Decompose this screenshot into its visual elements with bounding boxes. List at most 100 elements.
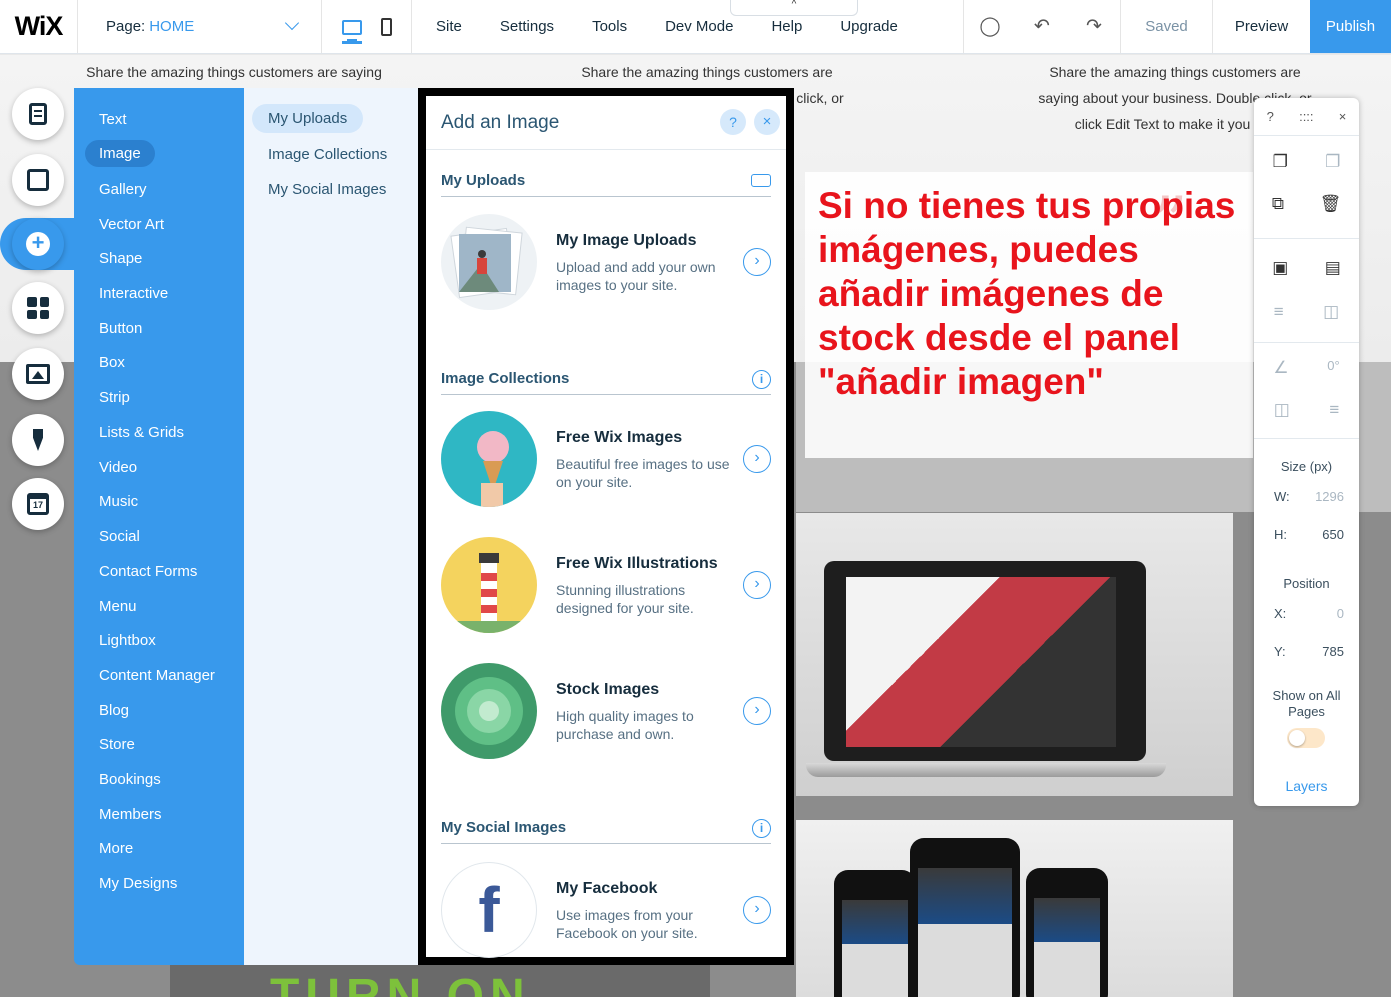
collapse-toolbar-button[interactable]: ^ xyxy=(730,0,858,16)
add-image-panel: Add an Image ? × My Uploads My Image Upl… xyxy=(418,88,794,965)
chevron-right-icon[interactable]: › xyxy=(743,248,771,276)
help-icon[interactable]: ? xyxy=(720,109,746,135)
info-icon[interactable]: i xyxy=(752,819,771,838)
subcategory-my-uploads[interactable]: My Uploads xyxy=(252,104,364,133)
category-store[interactable]: Store xyxy=(99,736,135,753)
media-button[interactable] xyxy=(12,348,64,400)
publish-button[interactable]: Publish xyxy=(1310,0,1391,53)
zoom-out-icon[interactable]: ◯ xyxy=(964,15,1016,38)
category-lightbox[interactable]: Lightbox xyxy=(99,632,156,649)
close-icon[interactable]: × xyxy=(1339,109,1347,124)
height-value: 650 xyxy=(1322,527,1344,542)
distribute-icon[interactable]: ≡ xyxy=(1274,302,1284,322)
subcategory-my-social-images[interactable]: My Social Images xyxy=(268,181,386,198)
category-content-manager[interactable]: Content Manager xyxy=(99,667,215,684)
wix-logo[interactable]: WiX xyxy=(0,0,78,53)
bring-forward-icon[interactable]: ▣ xyxy=(1272,258,1288,278)
x-field[interactable]: X: 0 xyxy=(1274,606,1344,621)
category-shape[interactable]: Shape xyxy=(99,250,142,267)
category-strip[interactable]: Strip xyxy=(99,389,130,406)
help-icon[interactable]: ? xyxy=(1267,109,1274,124)
card-description: Use images from your Facebook on your si… xyxy=(556,907,698,941)
page-selector[interactable]: Page: HOME xyxy=(78,0,322,53)
category-video[interactable]: Video xyxy=(99,459,137,476)
show-on-all-pages-toggle[interactable] xyxy=(1287,728,1325,748)
menu-site[interactable]: Site xyxy=(436,18,462,35)
category-image[interactable]: Image xyxy=(85,140,155,167)
chevron-right-icon[interactable]: › xyxy=(743,697,771,725)
card-my-facebook[interactable]: f My Facebook Use images from your Faceb… xyxy=(441,862,771,962)
width-field[interactable]: W: 1296 xyxy=(1274,489,1344,504)
category-more[interactable]: More xyxy=(99,840,133,857)
category-bookings[interactable]: Bookings xyxy=(99,771,161,788)
card-free-wix-illustrations[interactable]: Free Wix Illustrations Stunning illustra… xyxy=(441,537,771,637)
background-button[interactable] xyxy=(12,154,64,206)
category-gallery[interactable]: Gallery xyxy=(99,181,147,198)
category-lists-grids[interactable]: Lists & Grids xyxy=(99,424,184,441)
copy-icon[interactable]: ❐ xyxy=(1273,152,1288,172)
rotate-icon[interactable]: ∠ xyxy=(1273,358,1288,378)
category-my-designs[interactable]: My Designs xyxy=(99,875,177,892)
preview-button[interactable]: Preview xyxy=(1212,0,1310,53)
undo-icon[interactable]: ↶ xyxy=(1016,15,1068,38)
apps-button[interactable] xyxy=(12,282,64,334)
desktop-view-button[interactable] xyxy=(341,19,362,44)
category-contact-forms[interactable]: Contact Forms xyxy=(99,563,197,580)
device-switcher xyxy=(322,0,412,53)
category-interactive[interactable]: Interactive xyxy=(99,285,168,302)
chevron-right-icon[interactable]: › xyxy=(743,896,771,924)
card-description: High quality images to purchase and own. xyxy=(556,708,694,742)
close-icon[interactable]: × xyxy=(754,109,780,135)
blog-button[interactable] xyxy=(12,414,64,466)
card-title: Stock Images xyxy=(556,681,660,698)
menu-dev-mode[interactable]: Dev Mode xyxy=(665,18,733,35)
section-image-collections: Image Collections i xyxy=(441,370,771,395)
category-button[interactable]: Button xyxy=(99,320,142,337)
testimonial-text-2: Share the amazing things customers are xyxy=(581,64,833,80)
align-icon[interactable]: ▤ xyxy=(1325,258,1341,278)
size-label: Size (px) xyxy=(1280,459,1333,474)
redo-icon[interactable]: ↷ xyxy=(1068,15,1120,38)
flip-horizontal-icon[interactable]: ◫ xyxy=(1274,400,1290,420)
category-members[interactable]: Members xyxy=(99,806,162,823)
category-social[interactable]: Social xyxy=(99,528,140,545)
menu-settings[interactable]: Settings xyxy=(500,18,554,35)
category-vector-art[interactable]: Vector Art xyxy=(99,216,164,233)
menu-help[interactable]: Help xyxy=(771,18,802,35)
card-free-wix-images[interactable]: Free Wix Images Beautiful free images to… xyxy=(441,411,771,511)
card-my-image-uploads[interactable]: My Image Uploads Upload and add your own… xyxy=(441,214,771,314)
flip-vertical-icon[interactable]: ≡ xyxy=(1329,400,1339,420)
category-box[interactable]: Box xyxy=(99,354,125,371)
mobile-icon[interactable] xyxy=(380,17,392,36)
menu-upgrade[interactable]: Upgrade xyxy=(840,18,898,35)
x-value: 0 xyxy=(1336,606,1344,621)
duplicate-icon[interactable]: ⧉ xyxy=(1272,194,1284,214)
card-stock-images[interactable]: Stock Images High quality images to purc… xyxy=(441,663,771,763)
section-title: My Uploads xyxy=(441,172,526,189)
match-size-icon[interactable]: ◫ xyxy=(1323,302,1339,322)
upload-camera-icon[interactable] xyxy=(751,174,771,187)
menu-tools[interactable]: Tools xyxy=(592,18,627,35)
add-button[interactable]: + xyxy=(12,218,64,270)
height-field[interactable]: H: 650 xyxy=(1274,527,1344,542)
card-title: My Image Uploads xyxy=(556,232,697,249)
drag-handle-icon[interactable]: :::: xyxy=(1299,109,1313,124)
category-music[interactable]: Music xyxy=(99,493,138,510)
y-field[interactable]: Y: 785 xyxy=(1274,644,1344,659)
category-menu[interactable]: Menu xyxy=(99,598,137,615)
pages-button[interactable] xyxy=(12,88,64,140)
subcategory-image-collections[interactable]: Image Collections xyxy=(268,146,387,163)
bookings-calendar-icon: 17 xyxy=(27,493,49,515)
section-my-social-images: My Social Images i xyxy=(441,819,771,844)
saved-status: Saved xyxy=(1120,0,1212,53)
copy-paste-row: ❐ ❐ xyxy=(1254,152,1359,172)
layers-link[interactable]: Layers xyxy=(1254,778,1359,794)
paste-icon[interactable]: ❐ xyxy=(1325,152,1340,172)
chevron-right-icon[interactable]: › xyxy=(743,445,771,473)
bookings-button[interactable]: 17 xyxy=(12,478,64,530)
category-text[interactable]: Text xyxy=(99,111,127,128)
info-icon[interactable]: i xyxy=(752,370,771,389)
chevron-right-icon[interactable]: › xyxy=(743,571,771,599)
delete-icon[interactable]: 🗑 xyxy=(1320,194,1342,214)
category-blog[interactable]: Blog xyxy=(99,702,129,719)
